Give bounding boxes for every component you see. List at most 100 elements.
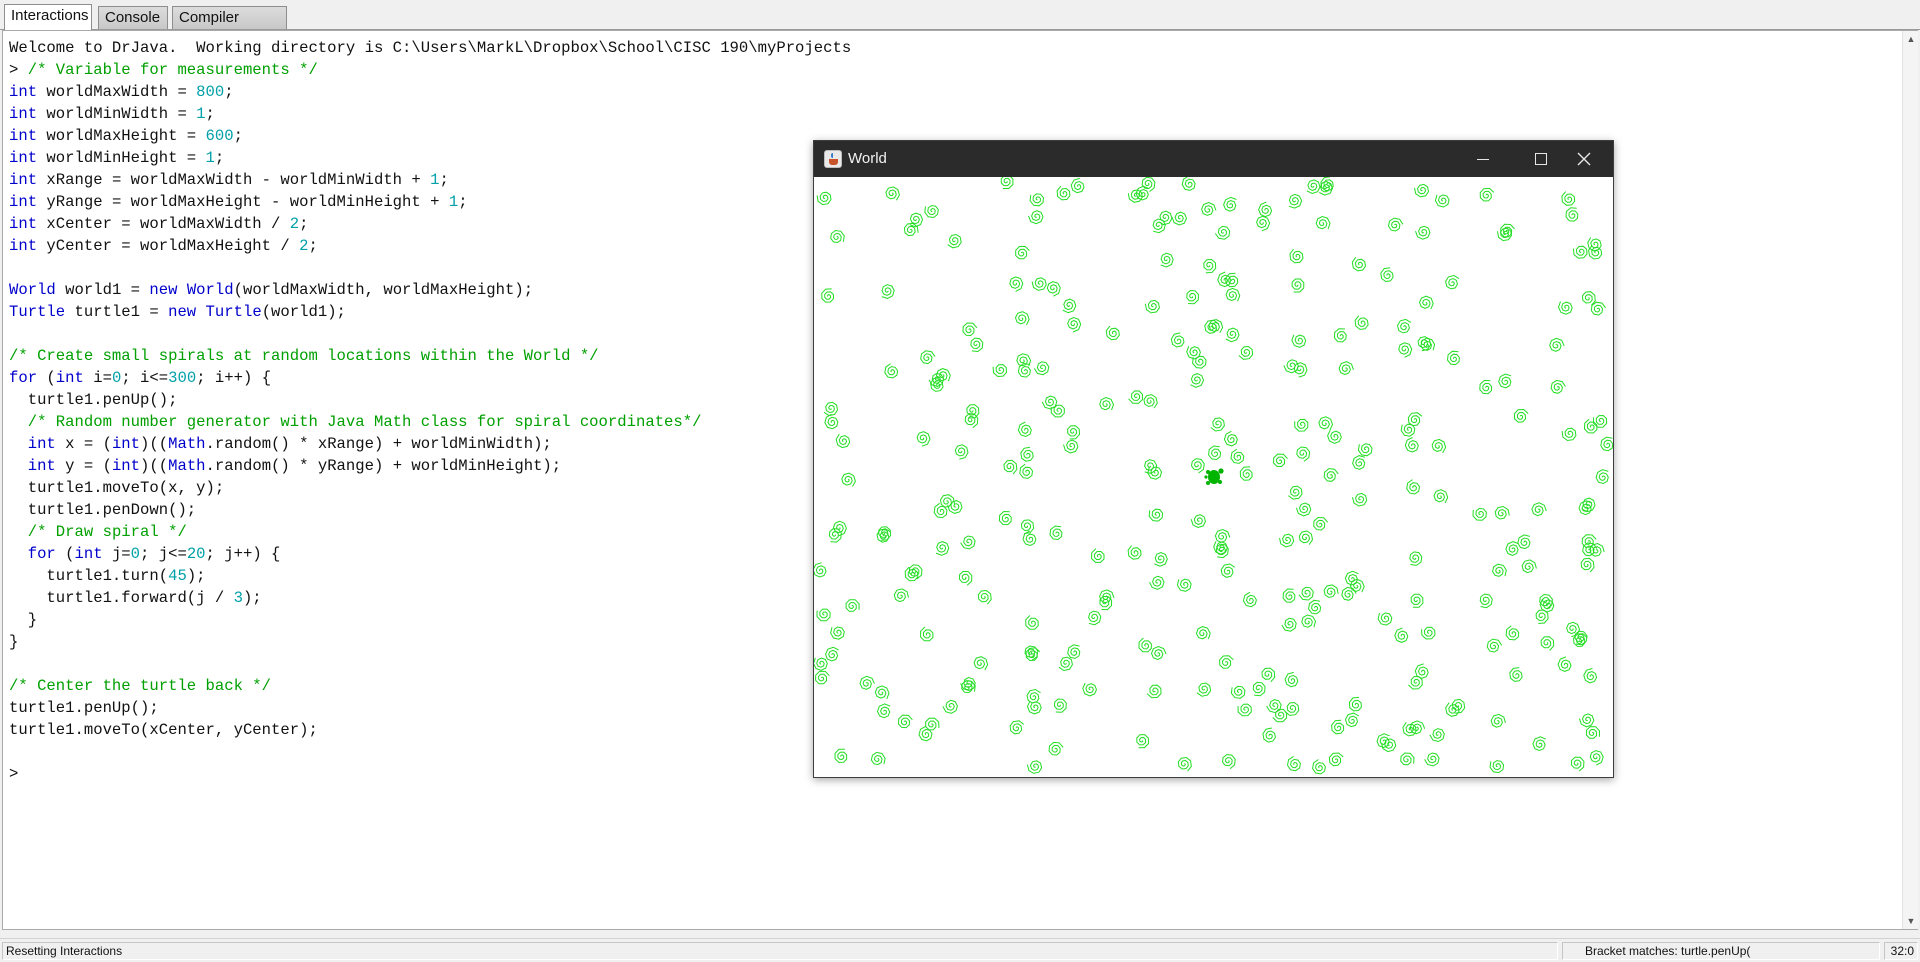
spiral bbox=[1581, 291, 1596, 306]
spiral bbox=[1498, 373, 1512, 389]
code-token: ; bbox=[224, 83, 234, 101]
code-line: turtle1.penUp(); bbox=[9, 389, 851, 411]
spiral bbox=[870, 751, 886, 766]
spiral bbox=[1230, 448, 1245, 464]
code-token: turtle1.moveTo(x, y); bbox=[9, 479, 225, 497]
vertical-scrollbar[interactable]: ▲ ▼ bbox=[1902, 31, 1918, 929]
spiral bbox=[1026, 760, 1043, 774]
spiral bbox=[816, 608, 831, 622]
code-token: 300 bbox=[168, 369, 197, 387]
spiral bbox=[1429, 728, 1445, 743]
code-token: turtle1.moveTo(xCenter, yCenter); bbox=[9, 721, 318, 739]
cursor-position: 32:0 bbox=[1884, 942, 1918, 960]
spiral bbox=[1589, 750, 1604, 766]
tab-interactions[interactable]: Interactions bbox=[4, 4, 92, 30]
code-token: .random() * xRange) + worldMinWidth); bbox=[205, 435, 552, 453]
spiral bbox=[1417, 336, 1432, 352]
spiral bbox=[924, 205, 939, 219]
code-token: .random() * yRange) + worldMinHeight); bbox=[205, 457, 562, 475]
minimize-button[interactable] bbox=[1454, 141, 1512, 177]
code-token: /* Random number generator with Java Mat… bbox=[27, 413, 702, 431]
code-token: int bbox=[55, 369, 84, 387]
code-line: turtle1.moveTo(xCenter, yCenter); bbox=[9, 719, 851, 741]
spiral bbox=[1509, 667, 1523, 682]
spiral bbox=[1148, 508, 1164, 522]
scroll-down-arrow-icon[interactable]: ▼ bbox=[1903, 913, 1919, 929]
code-line: } bbox=[9, 631, 851, 653]
spiral bbox=[1291, 278, 1305, 293]
code-line: int xCenter = worldMaxWidth / 2; bbox=[9, 213, 851, 235]
spiral bbox=[1301, 614, 1317, 628]
spiral bbox=[1341, 586, 1357, 601]
code-token: int bbox=[27, 457, 56, 475]
code-token: Math bbox=[168, 457, 206, 475]
spiral bbox=[1561, 191, 1576, 206]
world-canvas bbox=[814, 177, 1613, 777]
spiral bbox=[1479, 593, 1493, 609]
spiral bbox=[1223, 196, 1237, 212]
spiral bbox=[920, 626, 934, 642]
code-token: j= bbox=[102, 545, 131, 563]
code-token: worldMaxWidth = bbox=[37, 83, 197, 101]
spiral bbox=[835, 433, 851, 449]
code-line: int xRange = worldMaxWidth - worldMinWid… bbox=[9, 169, 851, 191]
code-token: ; i++) { bbox=[196, 369, 272, 387]
code-token: ; bbox=[458, 193, 468, 211]
spiral bbox=[830, 626, 845, 640]
code-token: 1 bbox=[205, 149, 215, 167]
spiral bbox=[1177, 756, 1192, 772]
code-token: Turtle bbox=[205, 303, 262, 321]
spiral bbox=[1289, 248, 1304, 264]
scroll-up-arrow-icon[interactable]: ▲ bbox=[1903, 31, 1919, 47]
code-token: Welcome to DrJava. Working directory is … bbox=[9, 39, 852, 57]
code-token: x = ( bbox=[55, 435, 112, 453]
spiral bbox=[1288, 485, 1303, 500]
spiral bbox=[1323, 468, 1339, 482]
spiral bbox=[1252, 681, 1266, 697]
spiral bbox=[1154, 551, 1168, 567]
code-line: > bbox=[9, 763, 851, 785]
spiral bbox=[1009, 720, 1025, 735]
spiral bbox=[1149, 575, 1165, 590]
spiral bbox=[1256, 215, 1271, 232]
spiral bbox=[1557, 656, 1572, 672]
world-titlebar[interactable]: World bbox=[814, 141, 1613, 177]
spiral bbox=[1281, 617, 1297, 632]
spiral bbox=[1026, 688, 1041, 704]
spiral bbox=[1127, 545, 1142, 560]
code-token: i= bbox=[83, 369, 112, 387]
maximize-icon bbox=[1535, 153, 1547, 165]
spiral bbox=[1291, 334, 1307, 348]
world-window[interactable]: World bbox=[813, 140, 1614, 778]
interactions-text[interactable]: Welcome to DrJava. Working directory is … bbox=[9, 37, 851, 785]
spiral bbox=[1025, 615, 1039, 630]
spiral bbox=[1424, 752, 1440, 767]
code-token: int bbox=[111, 457, 141, 475]
spiral bbox=[1192, 355, 1207, 369]
code-token: ; bbox=[214, 149, 225, 167]
code-token: turtle1.penUp(); bbox=[9, 391, 178, 409]
spiral bbox=[1500, 223, 1515, 238]
code-token: y = ( bbox=[55, 457, 112, 475]
spiral bbox=[1279, 533, 1295, 548]
spiral bbox=[1434, 194, 1450, 208]
spiral bbox=[823, 401, 839, 417]
spiral bbox=[1318, 416, 1334, 431]
tab-compiler-output[interactable]: Compiler Output bbox=[172, 6, 287, 47]
code-token: new bbox=[168, 303, 197, 321]
spiral bbox=[821, 288, 835, 303]
tab-console[interactable]: Console bbox=[98, 6, 168, 29]
code-token: World bbox=[9, 281, 56, 299]
code-token: for bbox=[27, 545, 56, 563]
spiral bbox=[1099, 396, 1115, 411]
close-button[interactable] bbox=[1555, 141, 1613, 177]
code-line: /* Random number generator with Java Mat… bbox=[9, 411, 851, 433]
spiral bbox=[1015, 245, 1030, 260]
spiral bbox=[1550, 379, 1566, 394]
code-token: ; bbox=[299, 215, 309, 233]
spiral bbox=[1409, 720, 1426, 735]
spiral bbox=[1009, 276, 1024, 292]
code-token: turtle1.forward(j / bbox=[9, 589, 234, 607]
